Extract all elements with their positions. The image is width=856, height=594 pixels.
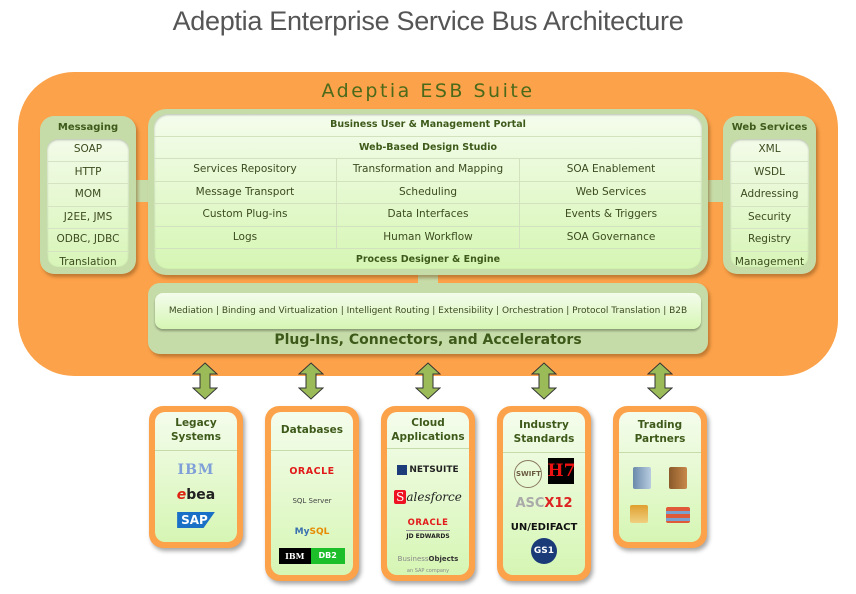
- gs1-logo: GS1: [531, 538, 557, 564]
- messaging-item: SOAP: [47, 139, 129, 162]
- web-services-list: XML WSDL Addressing Security Registry Ma…: [730, 139, 809, 267]
- messaging-panel: Messaging SOAP HTTP MOM J2EE, JMS ODBC, …: [40, 116, 136, 274]
- bea-logo: ebea: [176, 487, 216, 503]
- core-cell: Transformation and Mapping: [337, 159, 520, 181]
- core-grid-row: Custom Plug-ins Data Interfaces Events &…: [154, 204, 702, 227]
- web-services-item: Management: [734, 255, 805, 268]
- web-services-item: Security: [730, 207, 809, 229]
- industry-standards-box: Industry Standards SWIFT H7 ASCX12 UN/ED…: [497, 406, 591, 581]
- netsuite-logo: NETSUITE: [397, 464, 459, 475]
- web-services-item: Registry: [730, 229, 809, 252]
- messaging-item: HTTP: [47, 162, 129, 184]
- bidirectional-arrow-icon: [531, 362, 557, 400]
- core-cell: Web Services: [575, 185, 647, 198]
- core-cell: Human Workflow: [337, 226, 520, 248]
- oracle-jd-edwards-logo: ORACLE: [407, 518, 449, 528]
- core-grid-row: Message Transport Scheduling Web Service…: [154, 181, 702, 204]
- databases-title: Databases: [271, 412, 353, 451]
- cloud-applications-title: Cloud Applications: [387, 412, 469, 449]
- plugins-capabilities: Mediation | Binding and Virtualization |…: [155, 293, 701, 329]
- core-cell: Scheduling: [337, 181, 520, 203]
- mysql-logo: MySQL: [294, 527, 330, 537]
- core-grid-row: Logs Human Workflow SOA Governance: [154, 226, 702, 249]
- salesforce-logo: Salesforce: [394, 490, 462, 504]
- messaging-title: Messaging: [57, 122, 119, 133]
- sap-logo: SAP: [177, 512, 215, 528]
- oracle-logo: ORACLE: [289, 466, 335, 477]
- core-cell: Events & Triggers: [564, 208, 658, 220]
- messaging-item: MOM: [47, 184, 129, 207]
- core-platform-table: Business User & Management Portal Web-Ba…: [154, 114, 702, 269]
- sql-server-logo: SQL Server: [292, 497, 332, 505]
- bidirectional-arrow-icon: [415, 362, 441, 400]
- industry-standards-title: Industry Standards: [503, 412, 585, 453]
- trading-partners-box: Trading Partners: [613, 406, 707, 548]
- messaging-item: Translation: [59, 255, 117, 268]
- hl7-logo: H7: [547, 458, 575, 484]
- core-cell: Services Repository: [154, 159, 337, 181]
- plugins-title: Plug-Ins, Connectors, and Accelerators: [274, 332, 582, 348]
- jd-edwards-label: JD EDWARDS: [406, 530, 450, 542]
- core-platform-panel: Business User & Management Portal Web-Ba…: [148, 109, 708, 275]
- bank-icon: [630, 505, 649, 523]
- legacy-systems-box: Legacy Systems IBM ebea SAP: [149, 406, 243, 548]
- messaging-item: J2EE, JMS: [47, 207, 129, 229]
- web-services-title: Web Services: [731, 122, 808, 133]
- core-header-row: Business User & Management Portal: [154, 114, 702, 137]
- cloud-applications-box: Cloud Applications NETSUITE Salesforce O…: [381, 406, 475, 581]
- business-objects-logo: BusinessObjects an SAP company: [397, 555, 459, 574]
- plugins-panel: Mediation | Binding and Virtualization |…: [148, 283, 708, 354]
- core-cell: SOA Enablement: [566, 163, 656, 175]
- bidirectional-arrow-icon: [647, 362, 673, 400]
- un-edifact-logo: UN/EDIFACT: [510, 522, 578, 533]
- core-grid-row: Services Repository Transformation and M…: [154, 159, 702, 182]
- core-cell: Message Transport: [154, 181, 337, 203]
- web-services-item: Addressing: [730, 184, 809, 207]
- core-cell: Data Interfaces: [337, 204, 520, 226]
- asc-x12-logo: ASCX12: [515, 496, 573, 511]
- web-services-item: XML: [730, 139, 809, 162]
- core-cell: Logs: [154, 226, 337, 248]
- core-cell: Custom Plug-ins: [154, 204, 337, 226]
- warehouse-icon: [665, 507, 690, 523]
- esb-suite-title: Adeptia ESB Suite: [321, 80, 535, 102]
- databases-box: Databases ORACLE SQL Server MySQL IBM DB2: [265, 406, 359, 581]
- messaging-list: SOAP HTTP MOM J2EE, JMS ODBC, JDBC Trans…: [47, 139, 129, 267]
- ibm-logo: IBM: [177, 462, 215, 478]
- messaging-item: ODBC, JDBC: [47, 229, 129, 252]
- ibm-db2-logo: IBM DB2: [279, 548, 345, 564]
- legacy-systems-title: Legacy Systems: [155, 412, 237, 451]
- core-footer-row: Process Designer & Engine: [355, 254, 501, 265]
- swift-logo: SWIFT: [514, 460, 543, 488]
- diagram-title: Adeptia Enterprise Service Bus Architect…: [172, 6, 684, 36]
- web-services-item: WSDL: [730, 162, 809, 184]
- core-cell: SOA Governance: [566, 230, 656, 243]
- bidirectional-arrow-icon: [192, 362, 218, 400]
- brick-building-icon: [668, 467, 687, 489]
- office-tower-icon: [633, 467, 652, 489]
- trading-partners-title: Trading Partners: [619, 412, 701, 453]
- web-services-panel: Web Services XML WSDL Addressing Securit…: [723, 116, 816, 274]
- core-header-row: Web-Based Design Studio: [154, 137, 702, 159]
- bidirectional-arrow-icon: [298, 362, 324, 400]
